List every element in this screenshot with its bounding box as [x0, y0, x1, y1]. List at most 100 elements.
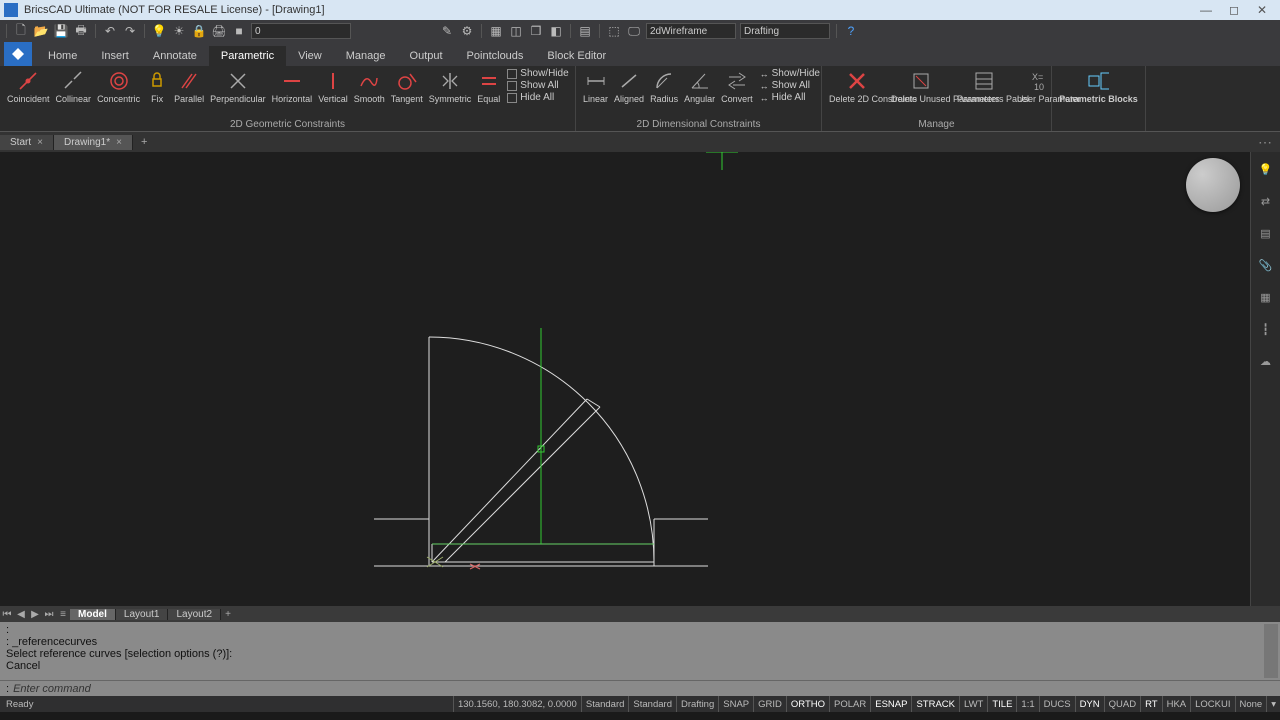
tab-insert[interactable]: Insert [89, 46, 141, 66]
maximize-button[interactable]: ◻ [1220, 3, 1248, 17]
coincident-button[interactable]: Coincident [4, 68, 53, 106]
grid-icon[interactable]: ▦ [488, 23, 504, 39]
aligned-button[interactable]: Aligned [611, 68, 647, 106]
status-toggle-polar[interactable]: POLAR [829, 696, 870, 712]
layout-last-icon[interactable]: ⏭ [42, 609, 56, 620]
geo-showhide[interactable]: Show/Hide [507, 68, 568, 79]
parametric-blocks-button[interactable]: Parametric Blocks [1056, 68, 1141, 106]
status-toggle-esnap[interactable]: ESNAP [870, 696, 911, 712]
settings-icon[interactable]: ⇄ [1257, 192, 1275, 210]
new-icon[interactable]: 🗋 [13, 23, 29, 39]
layout-model[interactable]: Model [70, 609, 116, 620]
drawing-canvas[interactable]: 💡 ⇄ ▤ 📎 ▦ ┇ ☁ [0, 152, 1280, 606]
equal-button[interactable]: Equal [474, 68, 503, 106]
status-toggle-dyn[interactable]: DYN [1075, 696, 1104, 712]
layers-icon[interactable]: ▤ [1257, 224, 1275, 242]
add-tab-button[interactable]: + [133, 136, 155, 148]
display-icon[interactable]: 🖵 [626, 23, 642, 39]
undo-icon[interactable]: ↶ [102, 23, 118, 39]
view-icon[interactable]: ◧ [548, 23, 564, 39]
tips-icon[interactable]: 💡 [1257, 160, 1275, 178]
command-input-row[interactable]: : Enter command [0, 680, 1280, 696]
tool-icon[interactable]: ✎ [439, 23, 455, 39]
app-menu-button[interactable] [4, 42, 32, 66]
convert-button[interactable]: Convert [718, 68, 756, 106]
linear-button[interactable]: Linear [580, 68, 611, 106]
tab-parametric[interactable]: Parametric [209, 46, 286, 66]
status-toggle-hka[interactable]: HKA [1162, 696, 1191, 712]
minimize-button[interactable]: — [1192, 3, 1220, 17]
status-std1[interactable]: Standard [581, 696, 629, 712]
doc-tab-start[interactable]: Start× [0, 135, 54, 150]
delete-constraints-button[interactable]: Delete 2D Constraints [826, 68, 888, 106]
status-toggle-1:1[interactable]: 1:1 [1016, 696, 1038, 712]
parallel-button[interactable]: Parallel [171, 68, 207, 106]
status-toggle-lockui[interactable]: LOCKUI [1190, 696, 1234, 712]
tab-output[interactable]: Output [398, 46, 455, 66]
cube-icon[interactable]: ❒ [528, 23, 544, 39]
tree-icon[interactable]: ┇ [1257, 320, 1275, 338]
help-icon[interactable]: ? [843, 23, 859, 39]
cloud-icon[interactable]: ☁ [1257, 352, 1275, 370]
status-toggle-strack[interactable]: STRACK [911, 696, 959, 712]
layout-next-icon[interactable]: ▶ [28, 609, 42, 620]
radius-button[interactable]: Radius [647, 68, 681, 106]
geo-showall[interactable]: Show All [507, 80, 568, 91]
color-swatch-icon[interactable]: ■ [231, 23, 247, 39]
command-history[interactable]: : : _referencecurves Select reference cu… [0, 622, 1280, 680]
tab-block-editor[interactable]: Block Editor [535, 46, 618, 66]
lightbulb-icon[interactable]: 💡 [151, 23, 167, 39]
layout-first-icon[interactable]: ⏮ [0, 609, 14, 620]
close-icon[interactable]: × [37, 137, 43, 148]
layout-prev-icon[interactable]: ◀ [14, 609, 28, 620]
tab-pointclouds[interactable]: Pointclouds [455, 46, 536, 66]
perpendicular-button[interactable]: Perpendicular [207, 68, 269, 106]
status-std2[interactable]: Standard [628, 696, 676, 712]
tab-annotate[interactable]: Annotate [141, 46, 209, 66]
visual-style-dropdown[interactable]: 2dWireframe [646, 23, 736, 39]
status-toggle-rt[interactable]: RT [1140, 696, 1162, 712]
status-style[interactable]: Drafting [676, 696, 718, 712]
status-toggle-tile[interactable]: TILE [987, 696, 1016, 712]
status-toggle-lwt[interactable]: LWT [959, 696, 987, 712]
collinear-button[interactable]: Collinear [53, 68, 95, 106]
sun-icon[interactable]: ☀ [171, 23, 187, 39]
close-button[interactable]: ✕ [1248, 3, 1276, 17]
wrench-icon[interactable]: ⚙ [459, 23, 475, 39]
parameters-panel-button[interactable]: Parameters Panel [954, 68, 1014, 106]
status-dropdown-icon[interactable]: ▾ [1266, 696, 1280, 712]
attachment-icon[interactable]: 📎 [1257, 256, 1275, 274]
doc-tab-drawing1[interactable]: Drawing1*× [54, 135, 133, 150]
dim-showall[interactable]: ↔Show All [760, 80, 820, 91]
command-input[interactable]: Enter command [13, 683, 91, 695]
symmetric-button[interactable]: Symmetric [426, 68, 475, 106]
delete-unused-button[interactable]: Delete Unused Parameters [888, 68, 954, 106]
printer-icon[interactable]: 🖨 [211, 23, 227, 39]
status-toggle-quad[interactable]: QUAD [1104, 696, 1140, 712]
layer-dropdown[interactable]: 0 [251, 23, 351, 39]
status-toggle-none[interactable]: None [1235, 696, 1267, 712]
tangent-button[interactable]: Tangent [388, 68, 426, 106]
print-icon[interactable]: 🖶 [73, 23, 89, 39]
dim-hideall[interactable]: ↔Hide All [760, 92, 820, 103]
scrollbar[interactable] [1264, 624, 1278, 678]
view-compass[interactable] [1186, 158, 1240, 212]
save-icon[interactable]: 💾 [53, 23, 69, 39]
layout-1[interactable]: Layout1 [116, 609, 169, 620]
status-toggle-snap[interactable]: SNAP [718, 696, 753, 712]
status-toggle-ortho[interactable]: ORTHO [786, 696, 829, 712]
smooth-button[interactable]: Smooth [351, 68, 388, 106]
tab-home[interactable]: Home [36, 46, 89, 66]
box-icon[interactable]: ◫ [508, 23, 524, 39]
open-icon[interactable]: 📂 [33, 23, 49, 39]
angular-button[interactable]: Angular [681, 68, 718, 106]
grid2-icon[interactable]: ▤ [577, 23, 593, 39]
ribbon-collapse-icon[interactable]: ⋯ [1258, 134, 1280, 151]
lock-icon[interactable]: 🔒 [191, 23, 207, 39]
status-toggle-grid[interactable]: GRID [753, 696, 786, 712]
structure-icon[interactable]: ▦ [1257, 288, 1275, 306]
concentric-button[interactable]: Concentric [94, 68, 143, 106]
status-toggle-ducs[interactable]: DUCS [1039, 696, 1075, 712]
tab-manage[interactable]: Manage [334, 46, 398, 66]
fix-button[interactable]: Fix [143, 68, 171, 106]
